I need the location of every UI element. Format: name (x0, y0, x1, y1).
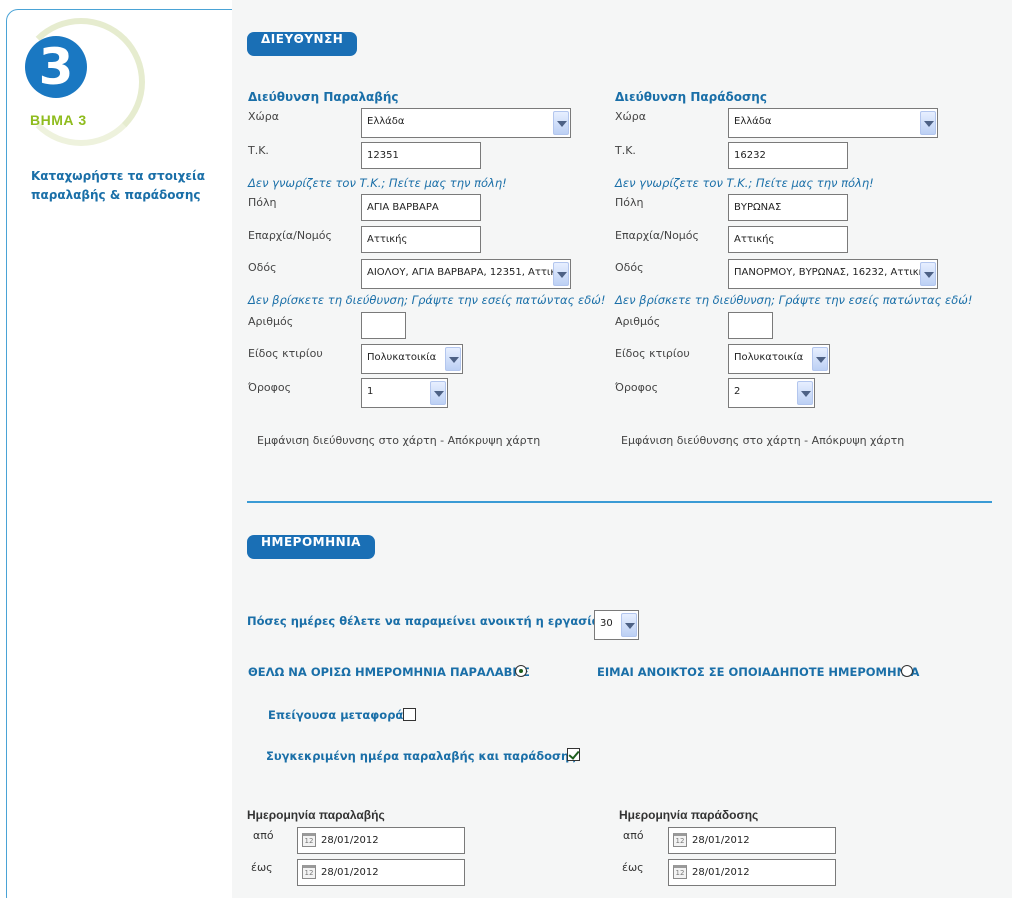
pickup-street-hint-link[interactable]: Δεν βρίσκετε τη διεύθυνση; Γράψτε την εσ… (248, 293, 606, 307)
delivery-building-value: Πολυκατοικία (734, 352, 804, 363)
delivery-city-input[interactable]: ΒΥΡΩΝΑΣ (728, 194, 848, 221)
delivery-city-label: Πόλη (615, 196, 644, 209)
address-section-title: ΔΙΕΥΘΥΝΣΗ (247, 32, 358, 56)
delivery-heading: Διεύθυνση Παράδοσης (615, 90, 767, 104)
delivery-floor-value: 2 (734, 386, 741, 397)
delivery-street-select[interactable]: ΠΑΝΟΡΜΟΥ, ΒΥΡΩΝΑΣ, 16232, Αττικής (728, 259, 938, 289)
pickup-city-label: Πόλη (248, 196, 277, 209)
delivery-country-select[interactable]: Ελλάδα (728, 108, 938, 138)
pickup-to-label: έως (251, 861, 273, 874)
chevron-down-icon[interactable] (445, 347, 461, 371)
delivery-street-value: ΠΑΝΟΡΜΟΥ, ΒΥΡΩΝΑΣ, 16232, Αττικής (734, 267, 931, 278)
urgent-transport-label: Επείγουσα μεταφορά (268, 708, 404, 722)
delivery-from-label: από (623, 829, 644, 842)
delivery-region-label: Επαρχία/Νομός (615, 229, 699, 242)
pickup-building-label: Είδος κτιρίου (248, 347, 323, 360)
pickup-from-date-input[interactable]: 12 28/01/2012 (297, 827, 465, 854)
open-days-value: 30 (600, 618, 613, 629)
pickup-region-label: Επαρχία/Νομός (248, 229, 332, 242)
pickup-country-label: Χώρα (248, 110, 279, 123)
calendar-icon[interactable]: 12 (302, 865, 316, 879)
pickup-zip-hint-link[interactable]: Δεν γνωρίζετε τον Τ.Κ.; Πείτε μας την πό… (248, 176, 507, 190)
delivery-zip-hint-link[interactable]: Δεν γνωρίζετε τον Τ.Κ.; Πείτε μας την πό… (615, 176, 874, 190)
delivery-country-value: Ελλάδα (734, 116, 772, 127)
delivery-floor-select[interactable]: 2 (728, 378, 815, 408)
urgent-transport-checkbox[interactable] (403, 708, 416, 721)
delivery-street-hint-link[interactable]: Δεν βρίσκετε τη διεύθυνση; Γράψτε την εσ… (615, 293, 973, 307)
pickup-number-input[interactable] (361, 312, 406, 339)
pickup-floor-label: Όροφος (248, 381, 292, 394)
delivery-floor-label: Όροφος (615, 381, 659, 394)
delivery-building-label: Είδος κτιρίου (615, 347, 690, 360)
chevron-down-icon[interactable] (920, 262, 936, 286)
delivery-date-heading: Ημερομηνία παράδοσης (619, 808, 759, 822)
pickup-to-date-input[interactable]: 12 28/01/2012 (297, 859, 465, 886)
delivery-zip-label: Τ.Κ. (615, 144, 636, 157)
pickup-from-date-value: 28/01/2012 (321, 835, 379, 846)
chevron-down-icon[interactable] (553, 262, 569, 286)
open-days-select[interactable]: 30 (594, 610, 639, 640)
set-date-radio[interactable] (515, 665, 527, 677)
pickup-date-heading: Ημερομηνία παραλαβής (247, 808, 385, 822)
step-label: ΒΗΜΑ 3 (30, 112, 87, 128)
pickup-floor-select[interactable]: 1 (361, 378, 448, 408)
pickup-street-label: Οδός (248, 261, 277, 274)
chevron-down-icon[interactable] (920, 111, 936, 135)
chevron-down-icon[interactable] (797, 381, 813, 405)
delivery-from-date-input[interactable]: 12 28/01/2012 (668, 827, 836, 854)
delivery-street-label: Οδός (615, 261, 644, 274)
pickup-building-value: Πολυκατοικία (367, 352, 437, 363)
delivery-number-label: Αριθμός (615, 315, 661, 328)
pickup-building-select[interactable]: Πολυκατοικία (361, 344, 463, 374)
specific-day-label: Συγκεκριμένη ημέρα παραλαβής και παράδοσ… (266, 749, 576, 763)
set-date-option-label: ΘΕΛΩ ΝΑ ΟΡΙΣΩ ΗΜΕΡΟΜΗΝΙΑ ΠΑΡΑΛΑΒΗΣ (248, 665, 530, 679)
pickup-floor-value: 1 (367, 386, 374, 397)
pickup-country-select[interactable]: Ελλάδα (361, 108, 571, 138)
pickup-zip-label: Τ.Κ. (248, 144, 269, 157)
delivery-country-label: Χώρα (615, 110, 646, 123)
calendar-icon[interactable]: 12 (673, 865, 687, 879)
pickup-zip-input[interactable]: 12351 (361, 142, 481, 169)
delivery-from-date-value: 28/01/2012 (692, 835, 750, 846)
delivery-region-input[interactable]: Αττικής (728, 226, 848, 253)
delivery-building-select[interactable]: Πολυκατοικία (728, 344, 830, 374)
step-number-badge: 3 (25, 36, 87, 98)
delivery-zip-input[interactable]: 16232 (728, 142, 848, 169)
delivery-to-date-value: 28/01/2012 (692, 867, 750, 878)
delivery-number-input[interactable] (728, 312, 773, 339)
any-date-radio[interactable] (901, 665, 913, 677)
open-days-question: Πόσες ημέρες θέλετε να παραμείνει ανοικτ… (247, 614, 605, 628)
pickup-street-value: ΑΙΟΛΟΥ, ΑΓΙΑ ΒΑΡΒΑΡΑ, 12351, Αττικής (367, 267, 569, 278)
section-divider (247, 501, 992, 503)
delivery-to-date-input[interactable]: 12 28/01/2012 (668, 859, 836, 886)
calendar-icon[interactable]: 12 (673, 833, 687, 847)
any-date-option-label: ΕΙΜΑΙ ΑΝΟΙΚΤΟΣ ΣΕ ΟΠΟΙΑΔΗΠΟΤΕ ΗΜΕΡΟΜΗΝΙΑ (597, 665, 920, 679)
specific-day-checkbox[interactable] (567, 748, 580, 761)
pickup-number-label: Αριθμός (248, 315, 294, 328)
pickup-heading: Διεύθυνση Παραλαβής (248, 90, 399, 104)
pickup-region-input[interactable]: Αττικής (361, 226, 481, 253)
date-section-title: ΗΜΕΡΟΜΗΝΙΑ (247, 535, 375, 559)
pickup-country-value: Ελλάδα (367, 116, 405, 127)
pickup-street-select[interactable]: ΑΙΟΛΟΥ, ΑΓΙΑ ΒΑΡΒΑΡΑ, 12351, Αττικής (361, 259, 571, 289)
pickup-map-toggle-link[interactable]: Εμφάνιση διεύθυνσης στο χάρτη - Απόκρυψη… (257, 434, 540, 447)
step-description: Καταχωρήστε τα στοιχεία παραλαβής & παρά… (31, 169, 205, 202)
chevron-down-icon[interactable] (621, 613, 637, 637)
pickup-city-input[interactable]: ΑΓΙΑ ΒΑΡΒΑΡΑ (361, 194, 481, 221)
chevron-down-icon[interactable] (553, 111, 569, 135)
delivery-map-toggle-link[interactable]: Εμφάνιση διεύθυνσης στο χάρτη - Απόκρυψη… (621, 434, 904, 447)
delivery-to-label: έως (622, 861, 644, 874)
calendar-icon[interactable]: 12 (302, 833, 316, 847)
chevron-down-icon[interactable] (812, 347, 828, 371)
pickup-from-label: από (253, 829, 274, 842)
pickup-to-date-value: 28/01/2012 (321, 867, 379, 878)
chevron-down-icon[interactable] (430, 381, 446, 405)
